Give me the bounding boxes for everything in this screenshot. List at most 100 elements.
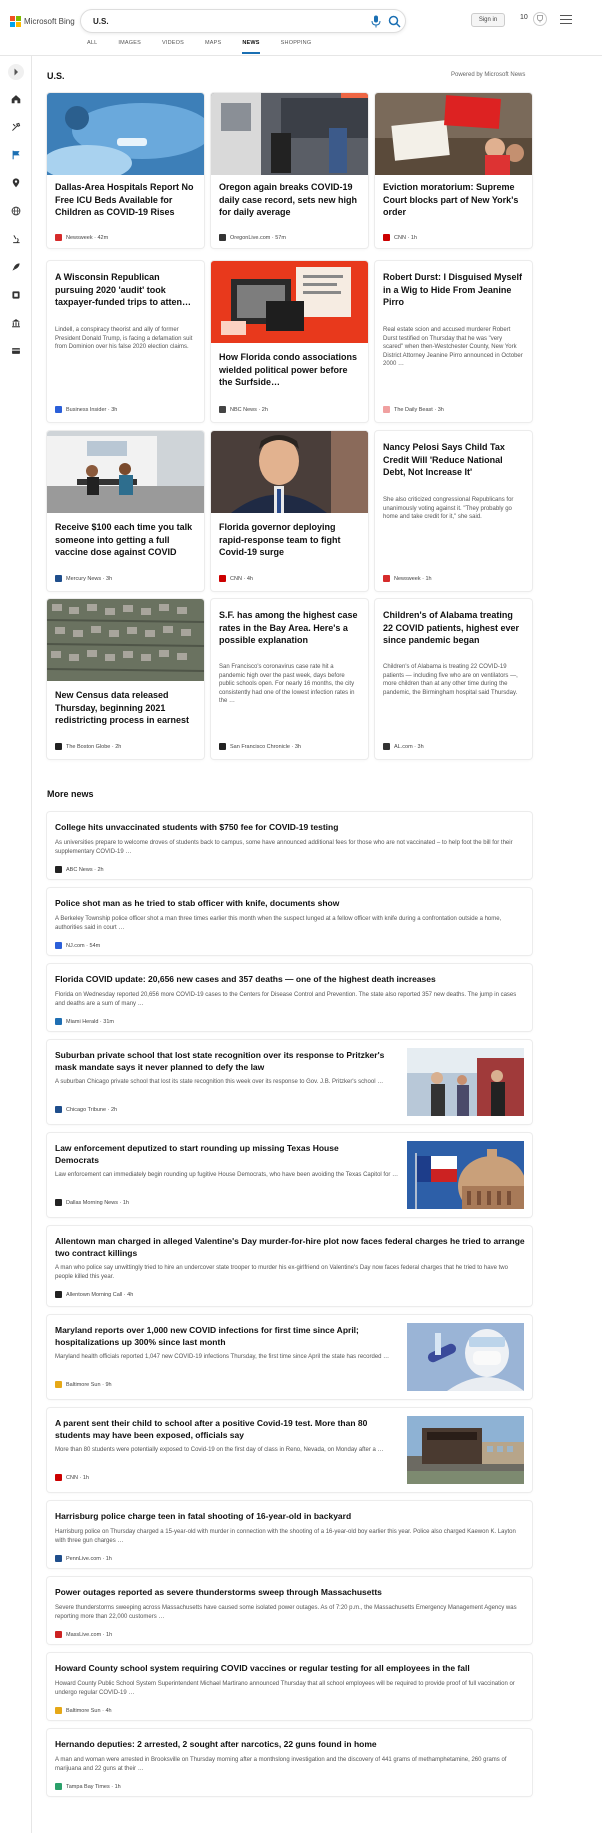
list-item[interactable]: Maryland reports over 1,000 new COVID in… — [47, 1315, 532, 1399]
card-image-mobile-clinic — [47, 431, 204, 513]
expand-rail-button[interactable] — [8, 64, 24, 80]
source-logo-icon — [383, 406, 390, 413]
card-title: Oregon again breaks COVID-19 daily case … — [219, 182, 358, 217]
sign-in-button[interactable]: Sign in — [471, 13, 505, 27]
list-item-snippet: Howard County Public School System Super… — [55, 1681, 515, 1696]
search-box — [80, 9, 406, 33]
search-icon[interactable] — [388, 15, 401, 28]
list-item[interactable]: Power outages reported as severe thunder… — [47, 1577, 532, 1644]
card-source: San Francisco Chronicle · 3h — [219, 743, 301, 750]
list-item[interactable]: Police shot man as he tried to stab offi… — [47, 888, 532, 955]
card-image-condo — [211, 261, 368, 343]
news-card[interactable]: Eviction moratorium: Supreme Court block… — [375, 93, 532, 248]
news-card[interactable]: A Wisconsin Republican pursuing 2020 'au… — [47, 261, 204, 422]
location-icon — [12, 178, 20, 188]
card-source: Business Insider · 3h — [55, 406, 117, 413]
list-item-title: Police shot man as he tried to stab offi… — [55, 898, 340, 908]
list-item[interactable]: Suburban private school that lost state … — [47, 1040, 532, 1124]
list-item[interactable]: Hernando deputies: 2 arrested, 2 sought … — [47, 1729, 532, 1796]
source-logo-icon — [55, 743, 62, 750]
globe-icon — [11, 206, 21, 216]
rail-science[interactable] — [9, 232, 23, 246]
rail-flag[interactable] — [9, 148, 23, 162]
rail-politics[interactable] — [9, 316, 23, 330]
powered-by-label[interactable]: Powered by Microsoft News — [451, 72, 525, 78]
source-logo-icon — [219, 575, 226, 582]
news-card[interactable]: New Census data released Thursday, begin… — [47, 599, 204, 759]
news-card[interactable]: Oregon again breaks COVID-19 daily case … — [211, 93, 368, 248]
home-icon — [11, 95, 21, 104]
source-logo-icon — [55, 1783, 62, 1790]
news-card[interactable]: Receive $100 each time you talk someone … — [47, 431, 204, 591]
list-item-snippet: Law enforcement can immediately begin ro… — [55, 1172, 399, 1178]
tab-all[interactable]: ALL — [87, 40, 97, 54]
news-card[interactable]: Robert Durst: I Disguised Myself in a Wi… — [375, 261, 532, 422]
hamburger-menu-icon[interactable] — [560, 15, 572, 25]
source-logo-icon — [55, 1381, 62, 1388]
tab-shopping[interactable]: SHOPPING — [281, 40, 312, 54]
source-logo-icon — [55, 1291, 62, 1298]
search-tabs: ALL IMAGES VIDEOS MAPS NEWS SHOPPING — [87, 40, 332, 54]
card-title: S.F. has among the highest case rates in… — [219, 610, 358, 645]
rail-location[interactable] — [9, 176, 23, 190]
list-item-snippet: Severe thunderstorms sweeping across Mas… — [55, 1605, 517, 1620]
search-input[interactable] — [91, 14, 341, 29]
list-item[interactable]: A parent sent their child to school afte… — [47, 1408, 532, 1492]
list-item[interactable]: Law enforcement deputized to start round… — [47, 1133, 532, 1217]
rail-home[interactable] — [9, 92, 23, 106]
card-source: CNN · 1h — [383, 234, 417, 241]
list-item-title: Maryland reports over 1,000 new COVID in… — [55, 1325, 359, 1347]
tab-news[interactable]: NEWS — [242, 40, 260, 54]
news-card[interactable]: How Florida condo associations wielded p… — [211, 261, 368, 422]
news-card[interactable]: Nancy Pelosi Says Child Tax Credit Will … — [375, 431, 532, 591]
rail-money[interactable] — [9, 344, 23, 358]
news-card[interactable]: Children's of Alabama treating 22 COVID … — [375, 599, 532, 759]
card-title: New Census data released Thursday, begin… — [55, 690, 190, 725]
source-logo-icon — [55, 942, 62, 949]
list-item-snippet: A man who police say unwittingly tried t… — [55, 1265, 508, 1280]
flag-icon — [12, 150, 20, 160]
list-item-snippet: As universities prepare to welcome drove… — [55, 840, 513, 855]
source-logo-icon — [55, 1631, 62, 1638]
rail-world[interactable] — [9, 204, 23, 218]
rewards-points[interactable]: 10 — [520, 14, 528, 21]
card-icon — [12, 348, 20, 354]
list-item[interactable]: Florida COVID update: 20,656 new cases a… — [47, 964, 532, 1031]
rail-tools[interactable] — [9, 120, 23, 134]
list-item[interactable]: Howard County school system requiring CO… — [47, 1653, 532, 1720]
list-item-source: Miami Herald · 31m — [55, 1018, 114, 1025]
card-source: NBC News · 2h — [219, 406, 268, 413]
tab-maps[interactable]: MAPS — [205, 40, 221, 54]
list-item-source: Dallas Morning News · 1h — [55, 1199, 129, 1206]
tools-icon — [12, 122, 21, 131]
news-card[interactable]: S.F. has among the highest case rates in… — [211, 599, 368, 759]
rail-technology[interactable] — [9, 260, 23, 274]
news-card[interactable]: Dallas-Area Hospitals Report No Free ICU… — [47, 93, 204, 248]
rail-entertainment[interactable] — [9, 288, 23, 302]
microscope-icon — [13, 235, 20, 244]
list-item[interactable]: Harrisburg police charge teen in fatal s… — [47, 1501, 532, 1568]
news-card[interactable]: Florida governor deploying rapid-respons… — [211, 431, 368, 591]
source-logo-icon — [55, 575, 62, 582]
list-item[interactable]: Allentown man charged in alleged Valenti… — [47, 1226, 532, 1306]
list-item-source: PennLive.com · 1h — [55, 1555, 112, 1562]
card-source: OregonLive.com · 57m — [219, 234, 286, 241]
list-item-title: Power outages reported as severe thunder… — [55, 1587, 382, 1597]
card-source: CNN · 4h — [219, 575, 253, 582]
card-snippet: She also criticized congressional Republ… — [383, 497, 514, 521]
microphone-icon[interactable] — [370, 15, 382, 28]
bing-logo[interactable]: Microsoft Bing — [10, 14, 75, 28]
list-item[interactable]: College hits unvaccinated students with … — [47, 812, 532, 879]
list-item-source: NJ.com · 54m — [55, 942, 100, 949]
list-item-snippet: Maryland health officials reported 1,047… — [55, 1354, 390, 1360]
rewards-icon[interactable] — [533, 12, 547, 26]
list-item-image-texas-capitol — [407, 1141, 524, 1209]
source-logo-icon — [55, 1707, 62, 1714]
list-item-title: Howard County school system requiring CO… — [55, 1663, 470, 1673]
source-logo-icon — [383, 575, 390, 582]
list-item-image-school — [407, 1048, 524, 1116]
list-item-source: Allentown Morning Call · 4h — [55, 1291, 133, 1298]
list-item-snippet: Harrisburg police on Thursday charged a … — [55, 1529, 516, 1544]
tab-images[interactable]: IMAGES — [118, 40, 141, 54]
tab-videos[interactable]: VIDEOS — [162, 40, 184, 54]
